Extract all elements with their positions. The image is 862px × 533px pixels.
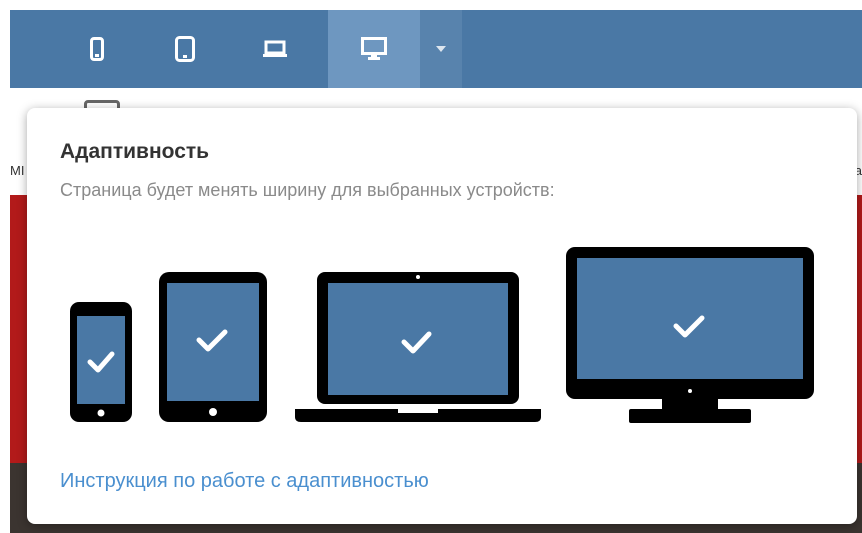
desktop-view-button[interactable] <box>328 10 420 88</box>
tablet-view-button[interactable] <box>160 10 210 88</box>
dropdown-caret-button[interactable] <box>420 10 462 88</box>
device-tablet[interactable] <box>158 271 268 423</box>
laptop-icon <box>295 272 541 422</box>
desktop-monitor-icon <box>361 37 387 60</box>
popup-title: Адаптивность <box>60 140 210 163</box>
adaptivity-instructions-link[interactable]: Инструкция по работе с адаптивностью <box>60 470 429 493</box>
background-label-left: МІ <box>10 163 25 178</box>
caret-down-icon <box>436 46 446 52</box>
phone-view-button[interactable] <box>72 10 122 88</box>
phone-icon <box>70 302 132 422</box>
laptop-view-button[interactable] <box>250 10 300 88</box>
desktop-monitor-icon <box>566 247 814 423</box>
popup-pointer <box>361 94 389 108</box>
device-phone[interactable] <box>68 300 134 424</box>
device-desktop[interactable] <box>565 246 815 424</box>
phone-icon <box>90 37 104 61</box>
tablet-icon <box>159 272 267 422</box>
laptop-icon <box>263 40 287 57</box>
popup-subtitle: Страница будет менять ширину для выбранн… <box>60 180 555 200</box>
device-laptop[interactable] <box>295 271 541 423</box>
device-toolbar <box>10 10 862 88</box>
tablet-icon <box>175 36 195 62</box>
adaptivity-popup: Адаптивность Страница будет менять ширин… <box>27 108 857 524</box>
